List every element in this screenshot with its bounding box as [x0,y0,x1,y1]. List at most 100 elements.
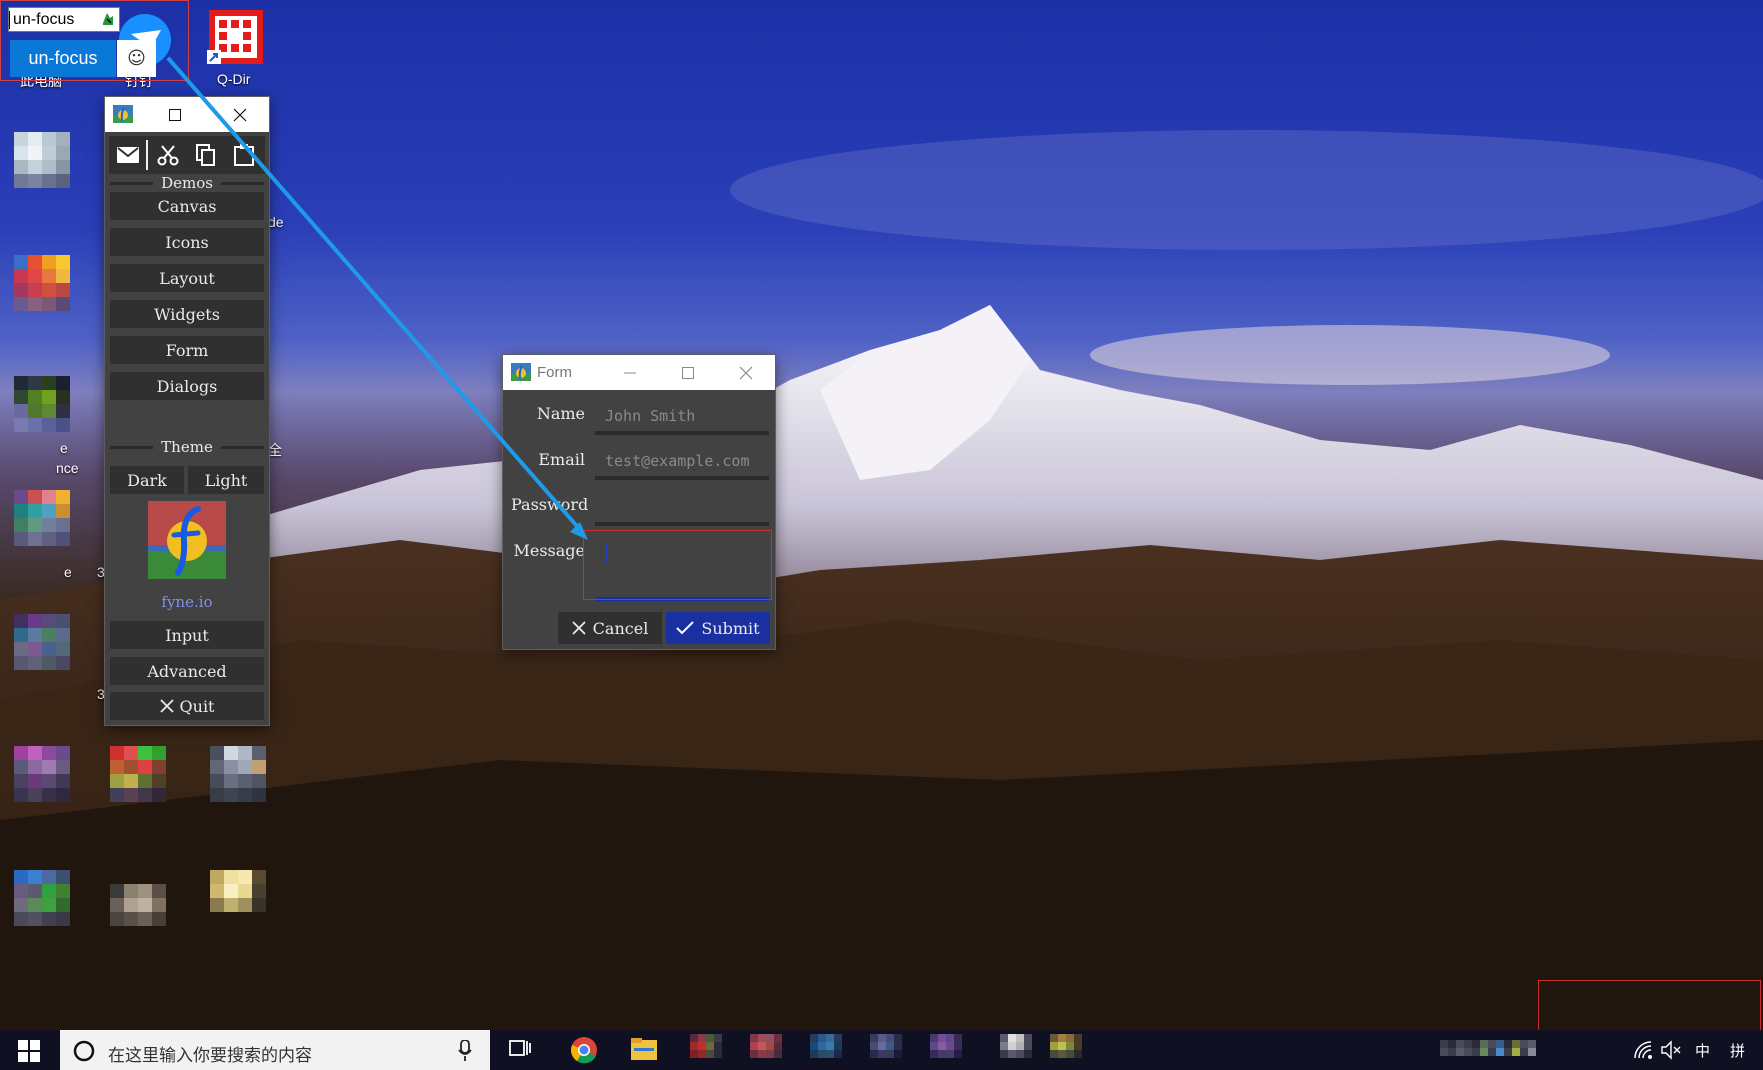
toolbar-separator [146,140,148,170]
blurred-desktop-icon[interactable] [210,746,266,802]
demos-section-label: Demos [161,174,213,192]
blurred-taskbar-app[interactable] [870,1034,902,1058]
blurred-taskbar-app[interactable] [750,1034,782,1058]
fyne-app-icon [113,105,133,123]
blurred-tray-icons[interactable] [1440,1040,1536,1056]
close-icon [233,108,247,121]
blurred-desktop-icon[interactable] [110,746,166,802]
taskbar: 在这里输入你要搜索的内容 中 拼 [0,1030,1763,1070]
volume-muted-icon[interactable] [1660,1040,1682,1064]
quit-button[interactable]: Quit [110,692,264,720]
chrome-icon[interactable] [570,1036,598,1064]
email-placeholder: test@example.com [605,452,750,470]
unfocus-input-value: un-focus [13,11,75,28]
blurred-taskbar-app[interactable] [1050,1034,1082,1058]
fyne-io-link[interactable]: fyne.io [105,593,269,611]
minimize-button[interactable] [603,355,657,390]
message-label: Message [513,541,585,560]
ime-mode-indicator[interactable]: 拼 [1730,1040,1745,1061]
cortana-icon [73,1040,95,1062]
minimize-icon [624,372,636,373]
maximize-button[interactable] [153,97,197,132]
blurred-desktop-icon[interactable] [14,132,70,188]
title-bar[interactable]: Form [503,355,775,390]
blurred-taskbar-app[interactable] [930,1034,962,1058]
desktop-icon-label: 3 [97,564,105,580]
email-field[interactable]: test@example.com [595,442,769,480]
password-field[interactable] [595,488,769,526]
submit-button[interactable]: Submit [666,612,770,644]
mail-icon[interactable] [113,140,143,170]
theme-section-label: Theme [161,438,213,456]
theme-section-divider: Theme [110,437,264,457]
checkmark-icon [676,621,695,635]
layout-button[interactable]: Layout [110,264,264,292]
ime-language-indicator[interactable]: 中 [1695,1040,1710,1061]
blurred-desktop-icon[interactable] [14,376,70,432]
canvas-button[interactable]: Canvas [110,192,264,220]
network-icon[interactable] [1633,1040,1653,1064]
blurred-taskbar-app[interactable] [1000,1034,1032,1058]
windows-start-icon[interactable] [18,1040,40,1066]
blurred-desktop-icon[interactable] [14,255,70,311]
name-placeholder: John Smith [605,407,696,425]
smiley-icon[interactable]: ☺ [117,40,156,77]
blurred-taskbar-app[interactable] [810,1034,842,1058]
maximize-icon [682,366,694,379]
desktop-icon-label: de [268,214,284,230]
unfocus-text-field[interactable]: un-focus [8,7,120,32]
blurred-desktop-icon[interactable] [110,884,166,926]
blurred-taskbar-app[interactable] [690,1034,722,1058]
taskbar-search-box[interactable]: 在这里输入你要搜索的内容 [60,1030,490,1070]
unfocus-button[interactable]: un-focus [10,40,116,77]
name-label: Name [536,404,585,423]
task-view-icon[interactable] [508,1036,536,1064]
close-icon [739,366,753,379]
qdir-icon[interactable] [207,8,271,72]
password-label: Password [511,495,589,514]
email-label: Email [538,450,585,469]
name-field[interactable]: John Smith [595,397,769,435]
dark-theme-button[interactable]: Dark [110,466,184,494]
focus-highlight [583,530,772,600]
desktop-icon-label: Q-Dir [217,71,251,87]
copy-icon[interactable] [191,140,221,170]
fyne-demo-window: Demos Canvas Icons Layout Widgets Form D… [105,97,269,725]
toolbar [109,136,265,174]
title-bar[interactable] [105,97,269,132]
blurred-desktop-icon[interactable] [210,870,266,912]
form-button[interactable]: Form [110,336,264,364]
input-button[interactable]: Input [110,621,264,649]
file-explorer-icon[interactable] [630,1036,658,1064]
close-button[interactable] [719,355,773,390]
dialogs-button[interactable]: Dialogs [110,372,264,400]
demos-section-divider: Demos [110,173,265,193]
desktop-icon-label: e [64,564,72,580]
widgets-button[interactable]: Widgets [110,300,264,328]
desktop-icon-label: 全 [268,442,282,458]
blurred-desktop-icon[interactable] [14,870,70,926]
maximize-button[interactable] [661,355,715,390]
desktop-icon-label: 3 [97,686,105,702]
light-theme-button[interactable]: Light [188,466,264,494]
desktop-icon-label: nce [56,460,79,476]
search-placeholder: 在这里输入你要搜索的内容 [108,1046,312,1066]
window-title: Form [537,364,572,381]
maximize-icon [169,108,181,121]
microphone-icon[interactable] [458,1040,472,1062]
cut-icon[interactable] [153,140,183,170]
fyne-app-icon [511,363,531,381]
blurred-desktop-icon[interactable] [14,746,70,802]
text-cursor [9,11,10,29]
advanced-button[interactable]: Advanced [110,657,264,685]
cancel-button[interactable]: Cancel [558,612,662,644]
paste-icon[interactable] [229,140,259,170]
close-icon [572,621,586,635]
close-button[interactable] [213,97,267,132]
blurred-desktop-icon[interactable] [14,614,70,670]
fyne-logo [148,501,226,579]
icons-button[interactable]: Icons [110,228,264,256]
blurred-desktop-icon[interactable] [14,490,70,546]
cancel-label: Cancel [592,618,649,638]
recycle-icon[interactable] [98,9,118,33]
